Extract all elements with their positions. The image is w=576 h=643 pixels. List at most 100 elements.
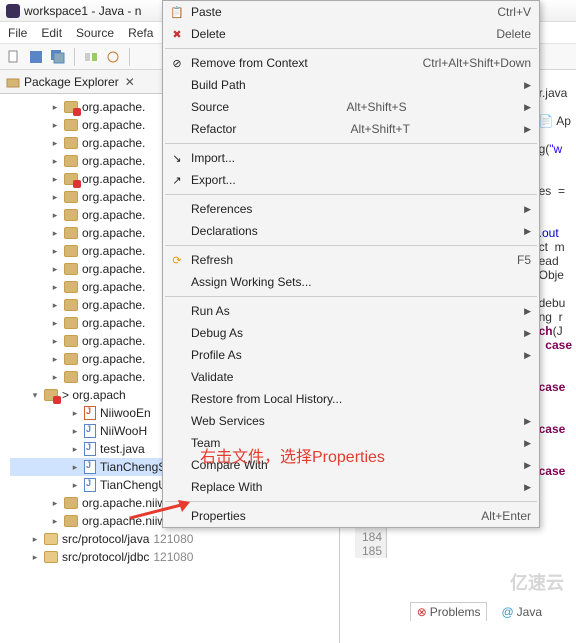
expand-arrow-icon[interactable]: ▸ — [50, 138, 60, 149]
expand-arrow-icon[interactable]: ▸ — [70, 444, 80, 455]
expand-arrow-icon[interactable]: ▾ — [30, 390, 40, 401]
menu-edit[interactable]: Edit — [41, 26, 62, 40]
menu-item-references[interactable]: References▶ — [163, 198, 539, 220]
expand-arrow-icon[interactable]: ▸ — [50, 282, 60, 293]
java-file-icon — [84, 406, 96, 420]
menu-item-icon: 📋 — [169, 4, 185, 20]
package-icon — [44, 551, 58, 563]
submenu-arrow-icon: ▶ — [524, 102, 531, 113]
menu-item-profile-as[interactable]: Profile As▶ — [163, 344, 539, 366]
menu-item-label: Replace With — [191, 480, 262, 494]
expand-arrow-icon[interactable]: ▸ — [50, 228, 60, 239]
expand-arrow-icon[interactable]: ▸ — [30, 552, 40, 563]
annotation-arrow-icon — [130, 500, 190, 520]
tab-problems[interactable]: ⊗Problems — [410, 602, 488, 621]
package-icon — [64, 299, 78, 311]
submenu-arrow-icon: ▶ — [524, 328, 531, 339]
menu-item-refresh[interactable]: ⟳RefreshF5 — [163, 249, 539, 271]
node-label: org.apache. — [82, 136, 145, 150]
expand-arrow-icon[interactable]: ▸ — [50, 498, 60, 509]
expand-arrow-icon[interactable]: ▸ — [50, 264, 60, 275]
expand-arrow-icon[interactable]: ▸ — [50, 192, 60, 203]
node-label: org.apache. — [82, 226, 145, 240]
expand-arrow-icon[interactable]: ▸ — [50, 174, 60, 185]
menu-item-remove-from-context[interactable]: ⊘Remove from ContextCtrl+Alt+Shift+Down — [163, 52, 539, 74]
expand-arrow-icon[interactable]: ▸ — [50, 516, 60, 527]
expand-arrow-icon[interactable]: ▸ — [50, 210, 60, 221]
menu-item-export[interactable]: ↗ Export... — [163, 169, 539, 191]
menu-file[interactable]: File — [8, 26, 27, 40]
node-label: org.apache. — [82, 154, 145, 168]
new-icon[interactable] — [6, 49, 22, 65]
expand-arrow-icon[interactable]: ▸ — [70, 408, 80, 419]
tree-node[interactable]: ▸src/protocol/java 121080 — [10, 530, 339, 548]
menu-item-paste[interactable]: 📋PasteCtrl+V — [163, 1, 539, 23]
package-icon — [64, 191, 78, 203]
expand-arrow-icon[interactable]: ▸ — [50, 156, 60, 167]
node-label: org.apache. — [82, 100, 145, 114]
menu-item-label: Export... — [191, 173, 236, 187]
package-explorer-icon — [6, 75, 20, 89]
menu-item-import[interactable]: ↘Import... — [163, 147, 539, 169]
build-icon[interactable] — [105, 49, 121, 65]
menu-item-delete[interactable]: ✖DeleteDelete — [163, 23, 539, 45]
menu-item-source[interactable]: SourceAlt+Shift+S▶ — [163, 96, 539, 118]
menu-item-build-path[interactable]: Build Path▶ — [163, 74, 539, 96]
expand-arrow-icon[interactable]: ▸ — [70, 480, 80, 491]
tree-node[interactable]: ▸src/protocol/jdbc 121080 — [10, 548, 339, 566]
expand-arrow-icon[interactable]: ▸ — [50, 102, 60, 113]
menu-item-icon: ↗ — [169, 172, 185, 188]
menu-item-label: Properties — [191, 509, 246, 523]
save-icon[interactable] — [28, 49, 44, 65]
submenu-arrow-icon: ▶ — [524, 350, 531, 361]
submenu-arrow-icon: ▶ — [524, 124, 531, 135]
menu-source[interactable]: Source — [76, 26, 114, 40]
expand-arrow-icon[interactable]: ▸ — [50, 354, 60, 365]
menu-separator — [165, 143, 537, 144]
menu-item-label: Delete — [191, 27, 226, 41]
submenu-arrow-icon: ▶ — [524, 438, 531, 449]
node-label: src/protocol/java — [62, 532, 149, 546]
expand-arrow-icon[interactable]: ▸ — [50, 300, 60, 311]
menu-separator — [165, 194, 537, 195]
expand-arrow-icon[interactable]: ▸ — [30, 534, 40, 545]
editor-tab[interactable]: r.java — [539, 86, 568, 100]
package-icon — [64, 119, 78, 131]
menu-item-label: Restore from Local History... — [191, 392, 342, 406]
menu-item-label: Debug As — [191, 326, 243, 340]
tab-javadoc[interactable]: @Java — [495, 602, 548, 621]
perspective-button[interactable]: 📄 Ap — [539, 114, 571, 128]
menu-item-declarations[interactable]: Declarations▶ — [163, 220, 539, 242]
expand-arrow-icon[interactable]: ▸ — [50, 336, 60, 347]
menu-item-label: Run As — [191, 304, 230, 318]
node-label: org.apache. — [82, 280, 145, 294]
menu-item-debug-as[interactable]: Debug As ▶ — [163, 322, 539, 344]
expand-arrow-icon[interactable]: ▸ — [70, 462, 80, 473]
toggle-icon[interactable] — [83, 49, 99, 65]
menu-item-run-as[interactable]: Run As▶ — [163, 300, 539, 322]
save-all-icon[interactable] — [50, 49, 66, 65]
node-label: org.apache. — [82, 172, 145, 186]
menu-item-label: Build Path — [191, 78, 246, 92]
menu-item-assign-working-sets[interactable]: Assign Working Sets... — [163, 271, 539, 293]
expand-arrow-icon[interactable]: ▸ — [50, 120, 60, 131]
menu-refactor[interactable]: Refa — [128, 26, 153, 40]
menu-item-web-services[interactable]: Web Services▶ — [163, 410, 539, 432]
expand-arrow-icon[interactable]: ▸ — [50, 372, 60, 383]
menu-item-restore-from-local-history[interactable]: Restore from Local History... — [163, 388, 539, 410]
java-file-icon — [84, 442, 96, 456]
menu-item-replace-with[interactable]: Replace With▶ — [163, 476, 539, 498]
node-label: > org.apach — [62, 388, 126, 402]
menu-item-refactor[interactable]: RefactorAlt+Shift+T▶ — [163, 118, 539, 140]
menu-item-properties[interactable]: Properties Alt+Enter — [163, 505, 539, 527]
close-view-icon[interactable]: ✕ — [125, 75, 135, 89]
eclipse-icon — [6, 4, 20, 18]
expand-arrow-icon[interactable]: ▸ — [50, 318, 60, 329]
menu-separator — [165, 245, 537, 246]
menu-item-validate[interactable]: Validate — [163, 366, 539, 388]
submenu-arrow-icon: ▶ — [524, 204, 531, 215]
node-label: src/protocol/jdbc — [62, 550, 149, 564]
menu-shortcut: Alt+Enter — [481, 509, 531, 523]
expand-arrow-icon[interactable]: ▸ — [50, 246, 60, 257]
expand-arrow-icon[interactable]: ▸ — [70, 426, 80, 437]
